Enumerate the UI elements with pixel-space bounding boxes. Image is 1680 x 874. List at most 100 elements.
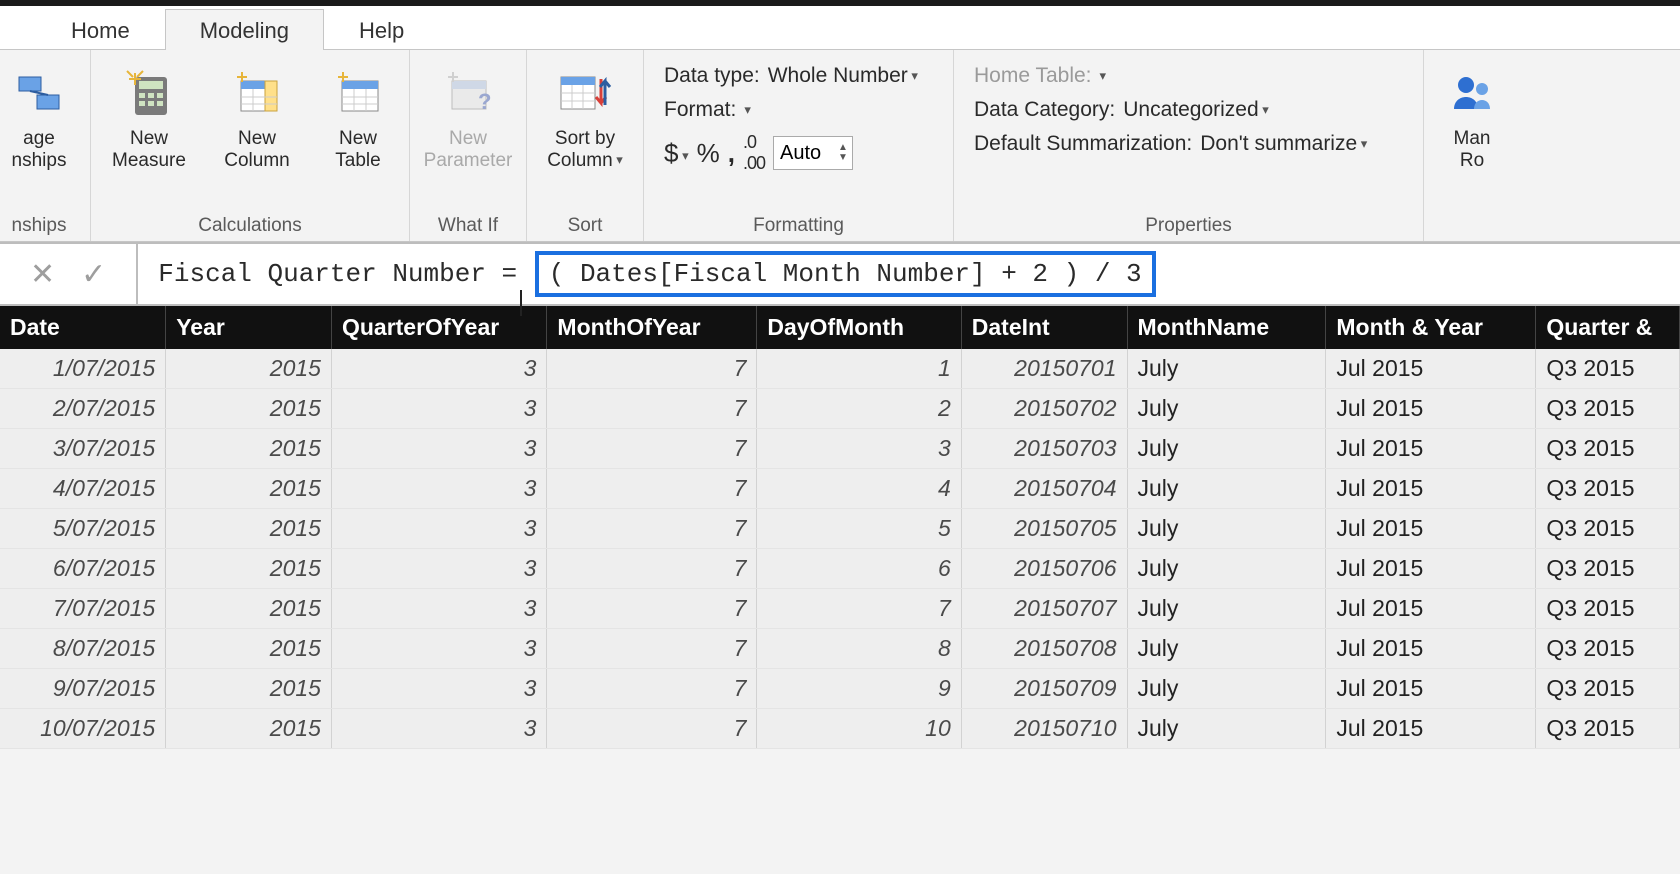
cell-dom[interactable]: 7: [757, 589, 961, 629]
cell-qyear[interactable]: Q3 2015: [1536, 549, 1680, 589]
tab-home[interactable]: Home: [36, 9, 165, 50]
cell-dint[interactable]: 20150706: [961, 549, 1127, 589]
cell-dint[interactable]: 20150709: [961, 669, 1127, 709]
tab-help[interactable]: Help: [324, 9, 439, 50]
cell-myear[interactable]: Jul 2015: [1326, 589, 1536, 629]
cell-year[interactable]: 2015: [166, 709, 332, 749]
table-row[interactable]: 9/07/2015201537920150709JulyJul 2015Q3 2…: [0, 669, 1680, 709]
percent-format-button[interactable]: %: [697, 138, 720, 169]
cell-dint[interactable]: 20150707: [961, 589, 1127, 629]
cell-myear[interactable]: Jul 2015: [1326, 669, 1536, 709]
table-row[interactable]: 10/07/20152015371020150710JulyJul 2015Q3…: [0, 709, 1680, 749]
decimal-places-field[interactable]: [774, 142, 834, 165]
col-monthyear[interactable]: Month & Year: [1326, 306, 1536, 349]
cell-dint[interactable]: 20150710: [961, 709, 1127, 749]
cell-dom[interactable]: 5: [757, 509, 961, 549]
data-grid[interactable]: Date Year QuarterOfYear MonthOfYear DayO…: [0, 306, 1680, 749]
table-row[interactable]: 5/07/2015201537520150705JulyJul 2015Q3 2…: [0, 509, 1680, 549]
cell-myear[interactable]: Jul 2015: [1326, 389, 1536, 429]
cell-year[interactable]: 2015: [166, 469, 332, 509]
cell-mname[interactable]: July: [1127, 709, 1326, 749]
cell-year[interactable]: 2015: [166, 349, 332, 389]
cell-year[interactable]: 2015: [166, 549, 332, 589]
cell-dom[interactable]: 8: [757, 629, 961, 669]
cell-moy[interactable]: 7: [547, 709, 757, 749]
cell-qyear[interactable]: Q3 2015: [1536, 669, 1680, 709]
cell-date[interactable]: 1/07/2015: [0, 349, 166, 389]
cell-year[interactable]: 2015: [166, 589, 332, 629]
cell-qyear[interactable]: Q3 2015: [1536, 349, 1680, 389]
cell-dom[interactable]: 4: [757, 469, 961, 509]
cell-qoy[interactable]: 3: [331, 709, 546, 749]
cell-qoy[interactable]: 3: [331, 349, 546, 389]
cell-mname[interactable]: July: [1127, 469, 1326, 509]
cell-qyear[interactable]: Q3 2015: [1536, 389, 1680, 429]
cell-qyear[interactable]: Q3 2015: [1536, 469, 1680, 509]
cell-qoy[interactable]: 3: [331, 509, 546, 549]
cell-qyear[interactable]: Q3 2015: [1536, 629, 1680, 669]
cell-mname[interactable]: July: [1127, 549, 1326, 589]
cell-qoy[interactable]: 3: [331, 469, 546, 509]
cell-moy[interactable]: 7: [547, 549, 757, 589]
cell-dom[interactable]: 6: [757, 549, 961, 589]
cell-moy[interactable]: 7: [547, 389, 757, 429]
cell-mname[interactable]: July: [1127, 349, 1326, 389]
cell-date[interactable]: 3/07/2015: [0, 429, 166, 469]
cell-qyear[interactable]: Q3 2015: [1536, 589, 1680, 629]
default-summarization-dropdown[interactable]: Don't summarize: [1200, 132, 1367, 156]
formula-input[interactable]: Fiscal Quarter Number = ( Dates[Fiscal M…: [138, 244, 1680, 304]
currency-format-button[interactable]: $: [664, 138, 689, 169]
cell-qoy[interactable]: 3: [331, 669, 546, 709]
sort-by-column-button[interactable]: Sort by Column: [539, 58, 631, 172]
new-measure-button[interactable]: New Measure: [103, 58, 195, 172]
new-table-button[interactable]: New Table: [319, 58, 397, 172]
cell-dom[interactable]: 10: [757, 709, 961, 749]
home-table-dropdown[interactable]: [1100, 64, 1107, 88]
cell-qoy[interactable]: 3: [331, 549, 546, 589]
cell-mname[interactable]: July: [1127, 389, 1326, 429]
table-row[interactable]: 4/07/2015201537420150704JulyJul 2015Q3 2…: [0, 469, 1680, 509]
manage-roles-button[interactable]: Man Ro: [1442, 58, 1502, 172]
table-row[interactable]: 2/07/2015201537220150702JulyJul 2015Q3 2…: [0, 389, 1680, 429]
table-row[interactable]: 3/07/2015201537320150703JulyJul 2015Q3 2…: [0, 429, 1680, 469]
new-parameter-button[interactable]: ? New Parameter: [422, 58, 514, 172]
cell-date[interactable]: 5/07/2015: [0, 509, 166, 549]
cell-qoy[interactable]: 3: [331, 389, 546, 429]
col-date[interactable]: Date: [0, 306, 166, 349]
cell-year[interactable]: 2015: [166, 509, 332, 549]
data-category-dropdown[interactable]: Uncategorized: [1123, 98, 1269, 122]
cell-dom[interactable]: 9: [757, 669, 961, 709]
format-dropdown[interactable]: [744, 98, 751, 122]
col-monthname[interactable]: MonthName: [1127, 306, 1326, 349]
cell-mname[interactable]: July: [1127, 589, 1326, 629]
cell-myear[interactable]: Jul 2015: [1326, 429, 1536, 469]
col-quarterofyear[interactable]: QuarterOfYear: [331, 306, 546, 349]
cell-moy[interactable]: 7: [547, 469, 757, 509]
col-quarteryear[interactable]: Quarter &: [1536, 306, 1680, 349]
cell-mname[interactable]: July: [1127, 509, 1326, 549]
col-monthofyear[interactable]: MonthOfYear: [547, 306, 757, 349]
cell-qyear[interactable]: Q3 2015: [1536, 709, 1680, 749]
cell-date[interactable]: 8/07/2015: [0, 629, 166, 669]
cell-year[interactable]: 2015: [166, 429, 332, 469]
cell-myear[interactable]: Jul 2015: [1326, 629, 1536, 669]
cell-moy[interactable]: 7: [547, 629, 757, 669]
cell-moy[interactable]: 7: [547, 509, 757, 549]
cell-dint[interactable]: 20150701: [961, 349, 1127, 389]
cell-year[interactable]: 2015: [166, 389, 332, 429]
cell-date[interactable]: 7/07/2015: [0, 589, 166, 629]
cell-dint[interactable]: 20150705: [961, 509, 1127, 549]
cell-dint[interactable]: 20150708: [961, 629, 1127, 669]
cell-dom[interactable]: 2: [757, 389, 961, 429]
formula-cancel-button[interactable]: ✕: [30, 257, 55, 292]
cell-qoy[interactable]: 3: [331, 629, 546, 669]
cell-moy[interactable]: 7: [547, 589, 757, 629]
cell-myear[interactable]: Jul 2015: [1326, 709, 1536, 749]
cell-dint[interactable]: 20150702: [961, 389, 1127, 429]
cell-dint[interactable]: 20150703: [961, 429, 1127, 469]
tab-modeling[interactable]: Modeling: [165, 9, 324, 50]
cell-moy[interactable]: 7: [547, 349, 757, 389]
cell-moy[interactable]: 7: [547, 429, 757, 469]
cell-dom[interactable]: 1: [757, 349, 961, 389]
cell-date[interactable]: 9/07/2015: [0, 669, 166, 709]
